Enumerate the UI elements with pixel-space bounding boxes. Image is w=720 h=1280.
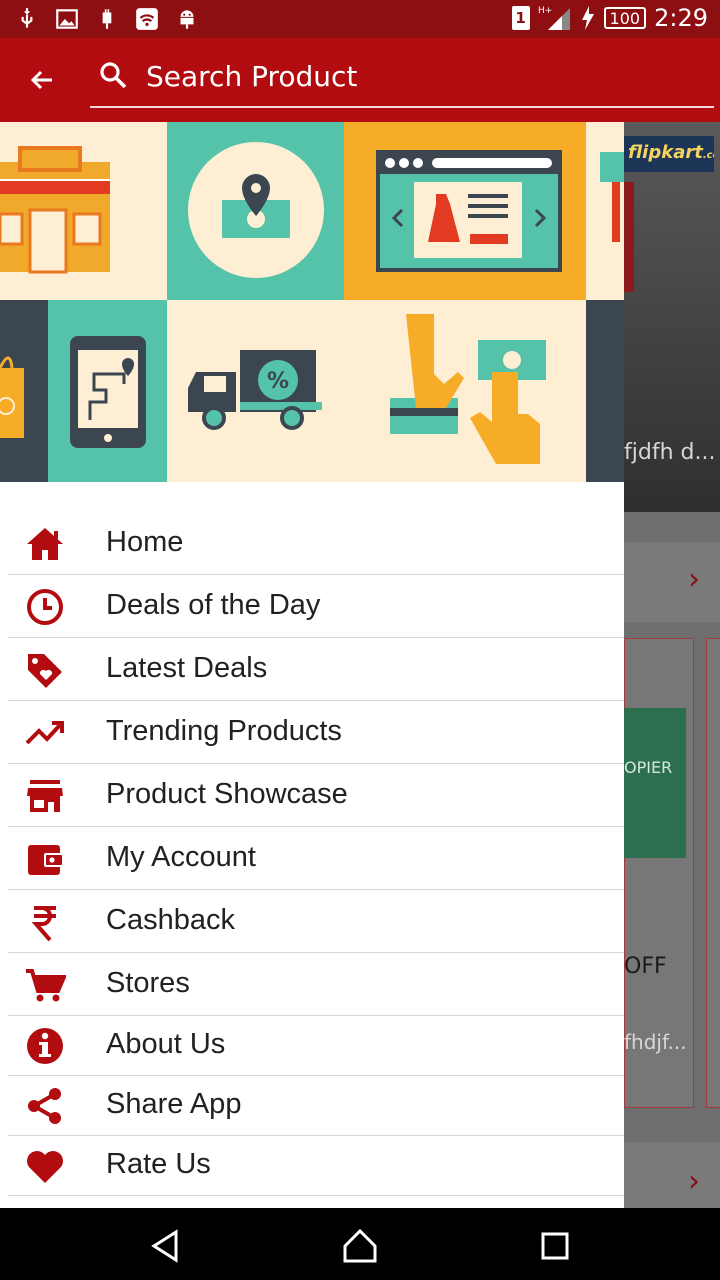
info-icon	[24, 1026, 66, 1066]
menu-label-latest-deals: Latest Deals	[106, 652, 268, 684]
usb-icon	[21, 8, 33, 28]
rupee-icon	[24, 902, 66, 942]
background-product-image: OPIER	[624, 708, 686, 858]
menu-item-product-showcase[interactable]: Product Showcase	[8, 764, 624, 827]
svg-text:H+: H+	[538, 6, 552, 16]
menu-label-trending-products: Trending Products	[106, 715, 342, 747]
menu-label-rate-us: Rate Us	[106, 1148, 211, 1180]
navigation-drawer: % Home Deals of the Day Latest Deals Tre…	[0, 122, 624, 1208]
battery-level: 100	[609, 8, 641, 28]
mobile-map-graphic	[70, 336, 146, 448]
android-icon	[180, 10, 194, 29]
drawer-header-illustration: %	[0, 122, 624, 482]
menu-item-share-app[interactable]: Share App	[8, 1076, 624, 1136]
background-product-text: OPIER	[624, 758, 673, 777]
status-bar: 1 H+ 100 2:29	[0, 0, 720, 38]
search-icon	[100, 62, 127, 89]
menu-label-share-app: Share App	[106, 1088, 242, 1120]
menu-label-about-us: About Us	[106, 1028, 226, 1060]
back-arrow-icon[interactable]	[24, 62, 60, 98]
toolbar	[0, 38, 720, 122]
background-offer: OFF	[624, 954, 667, 979]
menu-item-rate-us[interactable]: Rate Us	[8, 1136, 624, 1196]
menu-item-my-account[interactable]: My Account	[8, 827, 624, 890]
search-bar[interactable]	[90, 52, 714, 108]
tag-icon	[24, 650, 66, 690]
menu-label-my-account: My Account	[106, 841, 256, 873]
location-graphic	[188, 142, 324, 278]
menu-item-cashback[interactable]: Cashback	[8, 890, 624, 953]
menu-label-deals-of-the-day: Deals of the Day	[106, 589, 321, 621]
share-icon	[24, 1086, 66, 1126]
cart-icon	[24, 965, 68, 1005]
system-nav-bar	[0, 1208, 720, 1280]
background-chevron-icon-2[interactable]: ›	[688, 1164, 700, 1199]
nav-back-icon[interactable]	[146, 1226, 186, 1266]
menu-label-product-showcase: Product Showcase	[106, 778, 348, 810]
background-page: flipkart.com fjdfh d... › OPIER OFF fhdj…	[624, 122, 720, 1208]
background-chevron-icon[interactable]: ›	[688, 562, 700, 597]
signal-icon: H+	[538, 6, 570, 30]
home-icon	[24, 524, 66, 564]
heart-icon	[24, 1146, 66, 1186]
wallet-icon	[24, 839, 66, 879]
flipkart-brand: flipkart	[628, 142, 703, 163]
menu-label-cashback: Cashback	[106, 904, 235, 936]
storefront-graphic	[0, 146, 110, 274]
nav-recents-icon[interactable]	[535, 1226, 575, 1266]
menu-item-home[interactable]: Home	[8, 512, 624, 575]
svg-text:%: %	[267, 369, 289, 394]
wifi-icon	[136, 8, 158, 30]
online-shop-graphic	[376, 150, 562, 272]
app-root: 1 H+ 100 2:29 flipkart.com fjdfh	[0, 0, 720, 1280]
menu-item-deals-of-the-day[interactable]: Deals of the Day	[8, 575, 624, 638]
trending-up-icon	[24, 713, 66, 753]
menu-label-home: Home	[106, 526, 184, 558]
usb-plug-icon	[102, 9, 112, 29]
clock-icon	[24, 587, 66, 627]
background-row-bar	[624, 542, 720, 622]
system-status: 1 H+ 100 2:29	[511, 4, 708, 32]
menu-item-stores[interactable]: Stores	[8, 953, 624, 1016]
sim-indicator: 1	[511, 6, 530, 30]
menu-label-stores: Stores	[106, 967, 190, 999]
battery-indicator: 100	[603, 7, 647, 29]
shopping-illustration: %	[0, 122, 624, 482]
flipkart-suffix: .com	[702, 150, 714, 161]
image-icon	[56, 9, 78, 29]
background-row-bar-2	[624, 1142, 720, 1208]
menu-item-trending-products[interactable]: Trending Products	[8, 701, 624, 764]
notification-icons	[14, 6, 200, 32]
drawer-menu: Home Deals of the Day Latest Deals Trend…	[0, 482, 624, 1196]
shopping-bag-graphic	[0, 356, 24, 438]
charging-icon	[581, 6, 594, 30]
background-product-card-2[interactable]	[706, 638, 720, 1108]
menu-item-about-us[interactable]: About Us	[8, 1016, 624, 1076]
background-snippet-2: fhdjf...	[624, 1030, 687, 1054]
clock: 2:29	[654, 4, 708, 32]
search-input[interactable]	[146, 56, 666, 96]
store-icon	[24, 776, 66, 816]
nav-home-icon[interactable]	[340, 1226, 380, 1266]
background-snippet-1: fjdfh d...	[624, 440, 716, 465]
flipkart-logo: flipkart.com	[624, 136, 714, 172]
menu-item-latest-deals[interactable]: Latest Deals	[8, 638, 624, 701]
background-red-strip	[624, 182, 634, 292]
